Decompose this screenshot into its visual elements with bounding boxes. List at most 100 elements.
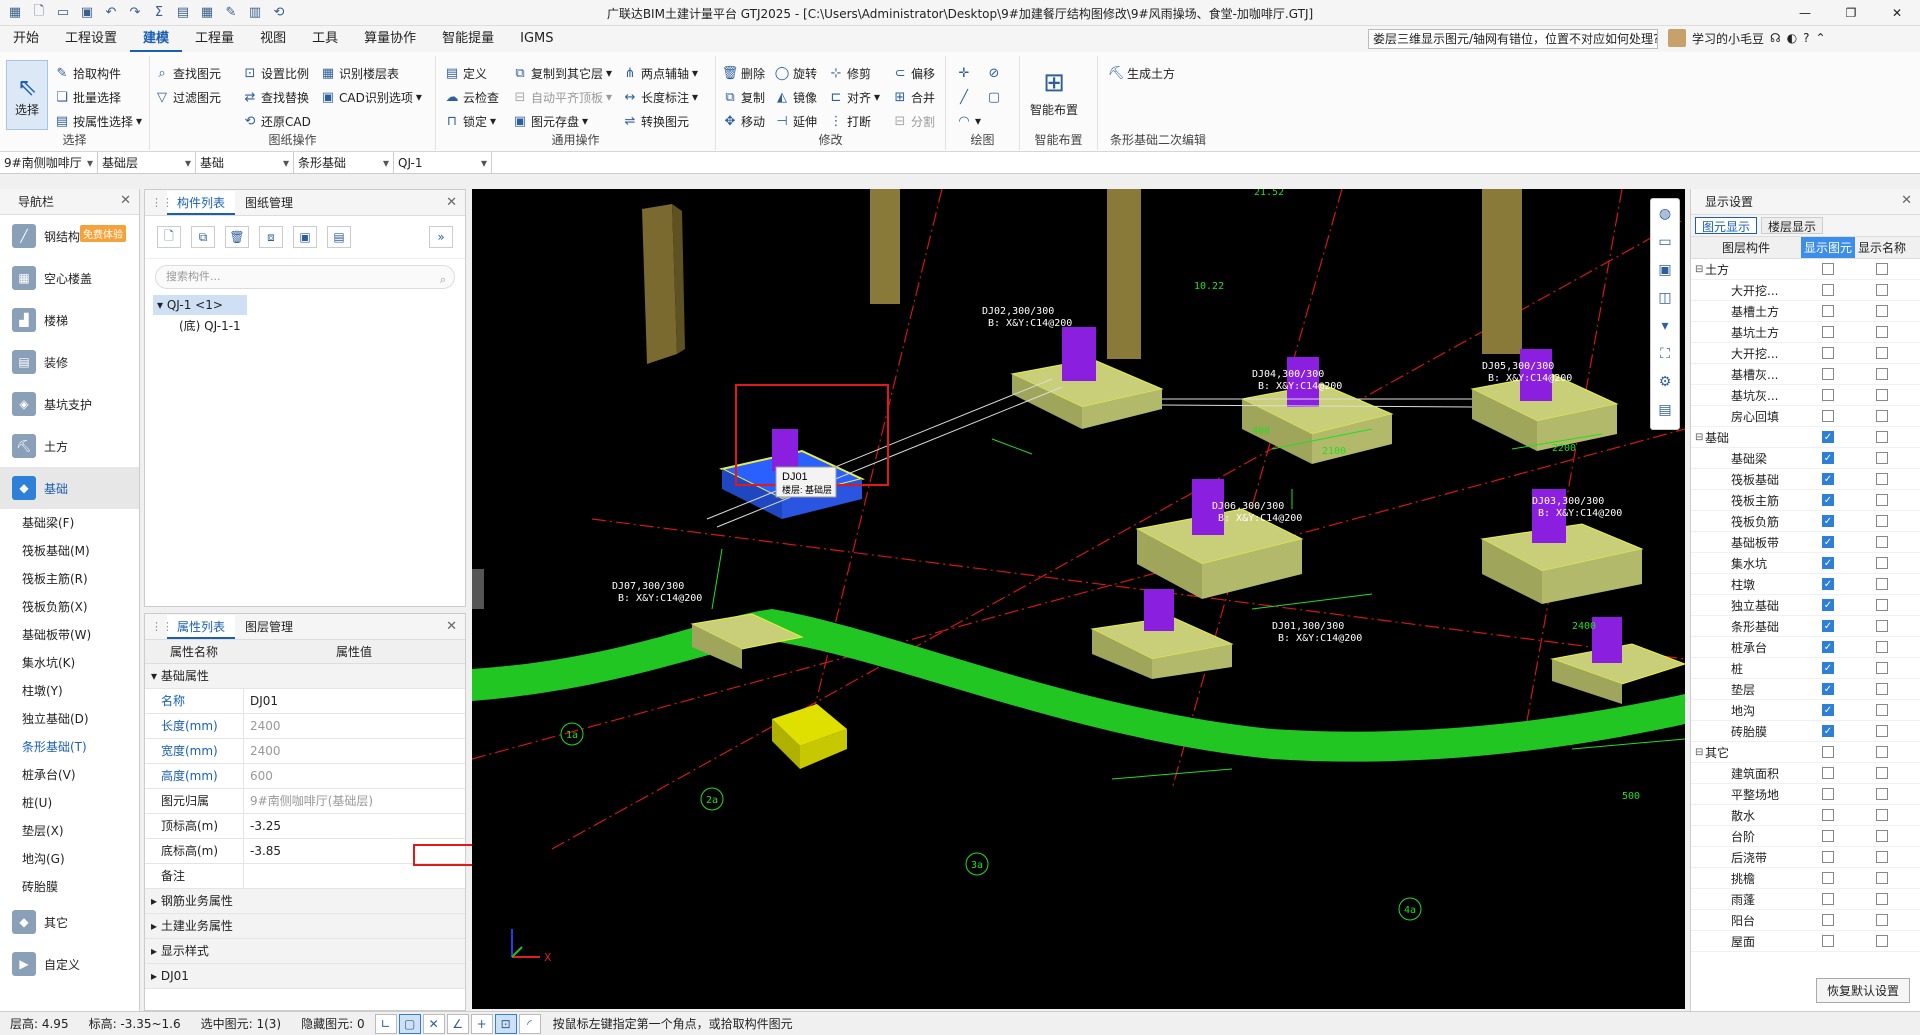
show-name-checkbox[interactable] <box>1876 410 1888 422</box>
view-report-icon[interactable]: ▤ <box>1654 399 1676 421</box>
show-name-checkbox[interactable] <box>1876 368 1888 380</box>
show-element-checkbox[interactable]: ✓ <box>1822 557 1834 569</box>
sync-icon[interactable]: ⟲ <box>268 2 290 24</box>
menu-project-settings[interactable]: 工程设置 <box>52 26 130 52</box>
close-icon[interactable]: ✕ <box>446 195 457 210</box>
show-name-checkbox[interactable] <box>1876 641 1888 653</box>
reset-defaults-button[interactable]: 恢复默认设置 <box>1815 978 1910 1003</box>
generate-earthwork-button[interactable]: ⛏ 生成土方 <box>1108 62 1175 84</box>
show-name-checkbox[interactable] <box>1876 662 1888 674</box>
more-icon[interactable]: » <box>429 226 453 248</box>
prop-row-name[interactable]: 名称 DJ01 <box>145 689 465 714</box>
search-icon[interactable]: ⌕ <box>1647 31 1654 48</box>
tab-component-list[interactable]: 构件列表 <box>167 191 236 215</box>
nav-sub-column-pier[interactable]: 柱墩(Y) <box>0 677 139 705</box>
tab-floor-display[interactable]: 楼层显示 <box>1761 217 1824 234</box>
nav-item-steel[interactable]: ╱ 钢结构 免费体验 <box>0 215 139 257</box>
tab-element-display[interactable]: 图元显示 <box>1695 217 1758 234</box>
nav-item-custom[interactable]: ▶ 自定义 <box>0 943 139 985</box>
box-select-icon[interactable]: ▢ <box>398 1013 421 1034</box>
group-basic[interactable]: ▾ 基础属性 <box>145 664 465 689</box>
show-element-checkbox[interactable]: ✓ <box>1822 431 1834 443</box>
show-name-checkbox[interactable] <box>1876 473 1888 485</box>
nav-sub-brick-mould[interactable]: 砖胎膜 <box>0 873 139 901</box>
show-element-checkbox[interactable]: ✓ <box>1822 536 1834 548</box>
show-name-checkbox[interactable] <box>1876 536 1888 548</box>
show-name-checkbox[interactable] <box>1876 767 1888 779</box>
show-name-checkbox[interactable] <box>1876 851 1888 863</box>
length-mark-button[interactable]: ↔ 长度标注 ▾ <box>622 86 699 108</box>
show-element-checkbox[interactable] <box>1822 788 1834 800</box>
show-name-checkbox[interactable] <box>1876 809 1888 821</box>
show-element-checkbox[interactable]: ✓ <box>1822 515 1834 527</box>
prop-row-remark[interactable]: 备注 <box>145 864 465 889</box>
extend-button[interactable]: ⊣ 延伸 <box>774 110 817 132</box>
filter-component-icon[interactable]: ▤ <box>327 226 351 248</box>
draw-arc-button[interactable]: ◠ ▾ <box>956 110 981 132</box>
offset-input-icon[interactable]: + <box>470 1013 493 1034</box>
find-element-button[interactable]: ⌕ 查找图元 <box>154 62 221 84</box>
define-button[interactable]: ▤ 定义 <box>444 62 487 84</box>
nav-sub-pile[interactable]: 桩(U) <box>0 789 139 817</box>
prop-row-length[interactable]: 长度(mm) 2400 <box>145 714 465 739</box>
show-element-checkbox[interactable] <box>1822 263 1834 275</box>
show-name-checkbox[interactable] <box>1876 725 1888 737</box>
component-select[interactable]: QJ-1 <box>394 152 492 174</box>
formula-icon[interactable]: Σ <box>148 2 170 24</box>
strip-foundation[interactable] <box>472 609 1685 762</box>
show-element-checkbox[interactable] <box>1822 809 1834 821</box>
restore-cad-button[interactable]: ⟲ 还原CAD <box>242 110 311 132</box>
avatar[interactable] <box>1668 29 1686 47</box>
delete-button[interactable]: 🗑 删除 <box>722 62 765 84</box>
menu-quantity[interactable]: 工程量 <box>182 26 247 52</box>
show-name-checkbox[interactable] <box>1876 557 1888 569</box>
prop-row-width[interactable]: 宽度(mm) 2400 <box>145 739 465 764</box>
show-element-checkbox[interactable]: ✓ <box>1822 683 1834 695</box>
smart-layout-button[interactable]: ⊞ 智能布置 <box>1030 60 1078 126</box>
undo-icon[interactable]: ↶ <box>100 2 122 24</box>
show-name-checkbox[interactable] <box>1876 746 1888 758</box>
question-search-input[interactable]: 娄层三维显示图元/轴网有错位，位置不对应如何处理? ⌕ <box>1368 29 1658 49</box>
new-component-icon[interactable]: 🗋 <box>157 226 181 248</box>
show-element-checkbox[interactable] <box>1822 410 1834 422</box>
show-element-checkbox[interactable] <box>1822 851 1834 863</box>
cloud-check-button[interactable]: ☁ 云检查 <box>444 86 500 108</box>
menu-tools[interactable]: 工具 <box>299 26 351 52</box>
show-name-checkbox[interactable] <box>1876 578 1888 590</box>
show-element-checkbox[interactable]: ✓ <box>1822 641 1834 653</box>
model-3d-view[interactable]: DJ01 楼层: 基础层 DJ04,300/300 B: X&Y:C14@200… <box>472 189 1685 1009</box>
ortho-icon[interactable]: ∟ <box>374 1013 397 1034</box>
component-search-input[interactable]: 搜索构件... ⌕ <box>155 265 455 289</box>
split-button[interactable]: ⊟ 分割 <box>892 110 935 132</box>
auto-align-button[interactable]: ⊟ 自动平齐顶板 ▾ <box>512 86 613 108</box>
view-fit-icon[interactable]: ⛶ <box>1654 343 1676 365</box>
tab-property-list[interactable]: 属性列表 <box>167 615 236 639</box>
show-name-checkbox[interactable] <box>1876 872 1888 884</box>
nav-item-earthwork[interactable]: ⛏ 土方 <box>0 425 139 467</box>
prop-value-owner[interactable]: 9#南侧咖啡厅(基础层) <box>243 789 465 813</box>
angle-icon[interactable]: ∠ <box>446 1013 469 1034</box>
prop-row-height[interactable]: 高度(mm) 600 <box>145 764 465 789</box>
prop-row-owner[interactable]: 图元归属 9#南侧咖啡厅(基础层) <box>145 789 465 814</box>
show-name-checkbox[interactable] <box>1876 599 1888 611</box>
show-name-checkbox[interactable] <box>1876 914 1888 926</box>
skin-icon[interactable]: ◐ <box>1787 31 1797 45</box>
show-name-checkbox[interactable] <box>1876 893 1888 905</box>
move-button[interactable]: ✥ 移动 <box>722 110 765 132</box>
edit-icon[interactable]: ✎ <box>220 2 242 24</box>
show-element-checkbox[interactable] <box>1822 830 1834 842</box>
expand-icon[interactable]: ⊟ <box>1695 432 1703 443</box>
show-name-checkbox[interactable] <box>1876 347 1888 359</box>
model-viewport[interactable]: DJ01 楼层: 基础层 DJ04,300/300 B: X&Y:C14@200… <box>472 189 1685 1009</box>
floor-select[interactable]: 9#南侧咖啡厅 <box>0 152 98 174</box>
show-element-checkbox[interactable]: ✓ <box>1822 473 1834 485</box>
delete-component-icon[interactable]: 🗑 <box>225 226 249 248</box>
view-box-icon[interactable]: ◫ <box>1654 287 1676 309</box>
show-name-checkbox[interactable] <box>1876 620 1888 632</box>
show-name-checkbox[interactable] <box>1876 452 1888 464</box>
show-element-checkbox[interactable] <box>1822 893 1834 905</box>
align-button[interactable]: ⊏ 对齐 ▾ <box>828 86 881 108</box>
arc-snap-icon[interactable]: ◜ <box>518 1013 541 1034</box>
restore-icon[interactable]: ❐ <box>1828 0 1874 26</box>
cad-options-button[interactable]: ▣ CAD识别选项 ▾ <box>320 86 422 108</box>
